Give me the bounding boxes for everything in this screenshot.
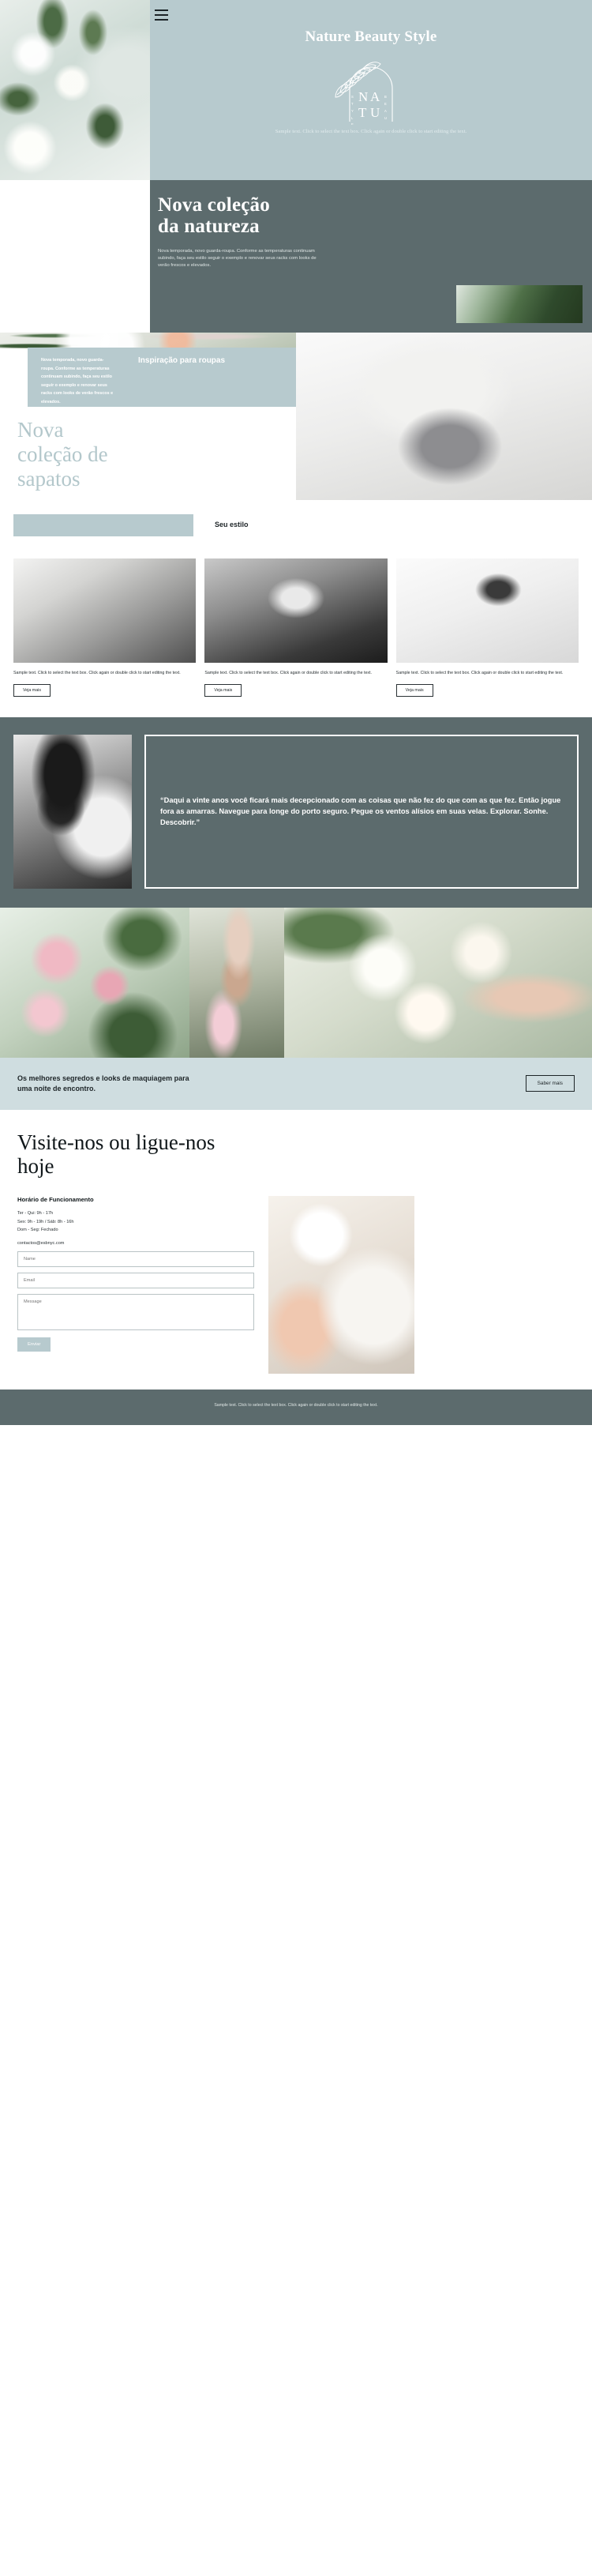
hero-sample-text: Sample text. Click to select the text bo… <box>275 129 467 134</box>
nature-title-line2: da natureza <box>158 216 260 237</box>
contact-form: Enviar <box>17 1251 254 1352</box>
style-card-image-3 <box>395 558 579 663</box>
style-card-image-1 <box>13 558 197 663</box>
nature-title-line1: Nova coleção <box>158 194 270 216</box>
shoes-heading-line1: Nova <box>17 418 64 442</box>
style-card-text-3: Sample text. Click to select the text bo… <box>395 671 564 675</box>
pink-roses-image <box>0 907 189 1058</box>
makeup-band-section: Os melhores segredos e looks de maquiage… <box>0 1057 592 1110</box>
brand-emblem: N A T U S T Y L E B E A U <box>320 49 422 125</box>
style-card: Sample text. Click to select the text bo… <box>204 558 388 697</box>
svg-text:U: U <box>384 116 387 120</box>
shoes-collection-section: Nova temporada, novo guarda-roupa. Confo… <box>0 333 592 500</box>
shoes-heading: Nova coleção de sapatos <box>17 418 175 491</box>
svg-text:U: U <box>370 105 380 120</box>
contact-email: contactos@esbnyc.com <box>17 1241 65 1247</box>
hours-line-2: Sex: 9h - 19h / Sáb: 8h - 16h <box>17 1219 74 1224</box>
contact-title: Visite-nos ou ligue-nos hoje <box>17 1130 575 1179</box>
hamburger-menu-icon[interactable] <box>155 9 168 24</box>
quote-box: “Daqui a vinte anos você ficará mais dec… <box>144 734 579 889</box>
contact-title-line2: hoje <box>17 1154 54 1179</box>
style-subtitle: Seu estilo <box>215 521 249 528</box>
svg-text:T: T <box>351 102 354 106</box>
submit-button[interactable]: Enviar <box>17 1337 51 1352</box>
hero-section: Nature Beauty Style N A T U S T Y L E B … <box>0 0 592 180</box>
page-title: Nature Beauty Style <box>305 28 437 45</box>
svg-text:N: N <box>358 89 368 104</box>
style-card-button-3[interactable]: Veja mais <box>395 683 433 697</box>
hours-list: Ter - Qui: 9h - 17h Sex: 9h - 19h / Sáb:… <box>17 1209 254 1234</box>
flower-crown-portrait-image <box>189 907 284 1058</box>
hours-line-1: Ter - Qui: 9h - 17h <box>17 1211 54 1217</box>
emblem-svg: N A T U S T Y L E B E A U <box>335 62 393 125</box>
contact-title-line1: Visite-nos ou ligue-nos <box>17 1130 215 1154</box>
svg-text:A: A <box>370 89 380 104</box>
coffee-book-image <box>268 1196 414 1374</box>
quote-text: “Daqui a vinte anos você ficará mais dec… <box>160 795 561 827</box>
nature-paragraph: Nova temporada, novo guarda-roupa. Confo… <box>158 249 317 269</box>
quote-section: “Daqui a vinte anos você ficará mais dec… <box>0 716 592 908</box>
shoes-heading-line3: sapatos <box>17 466 81 491</box>
contact-section: Visite-nos ou ligue-nos hoje Horário de … <box>0 1109 592 1390</box>
hours-heading: Horário de Funcionamento <box>17 1196 94 1204</box>
footer: Sample text. Click to select the text bo… <box>0 1390 592 1426</box>
white-roses-image <box>284 907 592 1058</box>
style-cards-section: Seu estilo Sample text. Click to select … <box>0 500 592 717</box>
page-root: Nature Beauty Style N A T U S T Y L E B … <box>0 0 592 1426</box>
inspiration-band-text: Nova temporada, novo guarda-roupa. Confo… <box>41 358 114 404</box>
style-accent-strip <box>13 514 193 536</box>
svg-text:Y: Y <box>351 109 354 113</box>
svg-text:A: A <box>384 109 387 113</box>
style-card-image-2 <box>204 558 388 663</box>
message-field[interactable] <box>17 1294 254 1331</box>
contact-body: Horário de Funcionamento Ter - Qui: 9h -… <box>17 1196 575 1374</box>
green-leaf-thumbnail <box>456 285 583 323</box>
style-card-text-1: Sample text. Click to select the text bo… <box>13 671 181 675</box>
style-card-button-1[interactable]: Veja mais <box>13 683 51 697</box>
svg-text:B: B <box>384 95 387 99</box>
hours-line-3: Dom - Seg: Fechado <box>17 1227 58 1232</box>
nature-collection-content: Nova coleção da natureza Nova temporada,… <box>150 180 592 333</box>
svg-text:S: S <box>351 95 354 99</box>
name-field[interactable] <box>17 1251 254 1268</box>
makeup-band-text: Os melhores segredos e looks de maquiage… <box>17 1074 189 1092</box>
woman-with-hat-image <box>0 180 150 333</box>
style-card-list: Sample text. Click to select the text bo… <box>0 517 592 697</box>
style-card-text-2: Sample text. Click to select the text bo… <box>204 671 373 675</box>
svg-text:L: L <box>351 116 354 120</box>
sneaker-image <box>296 333 592 500</box>
gallery-section <box>0 907 592 1058</box>
contact-left-column: Horário de Funcionamento Ter - Qui: 9h -… <box>17 1196 254 1374</box>
sunglasses-portrait-image <box>13 734 132 889</box>
svg-text:E: E <box>384 102 387 106</box>
svg-text:T: T <box>358 105 367 120</box>
style-card: Sample text. Click to select the text bo… <box>395 558 579 697</box>
makeup-learn-more-button[interactable]: Saber mais <box>525 1075 575 1092</box>
soft-roses-strip-image <box>0 333 296 348</box>
hero-roses-image <box>0 0 150 180</box>
svg-text:E: E <box>351 122 354 125</box>
email-field[interactable] <box>17 1273 254 1289</box>
nature-collection-section: Nova coleção da natureza Nova temporada,… <box>0 180 592 333</box>
footer-text: Sample text. Click to select the text bo… <box>214 1403 378 1408</box>
hero-left-image-wrap <box>0 0 150 180</box>
shoes-heading-line2: coleção de <box>17 442 108 466</box>
style-card: Sample text. Click to select the text bo… <box>13 558 197 697</box>
style-card-button-2[interactable]: Veja mais <box>204 683 242 697</box>
inspiration-band-title: Inspiração para roupas <box>138 356 226 365</box>
hero-right-panel: Nature Beauty Style N A T U S T Y L E B … <box>150 0 592 180</box>
